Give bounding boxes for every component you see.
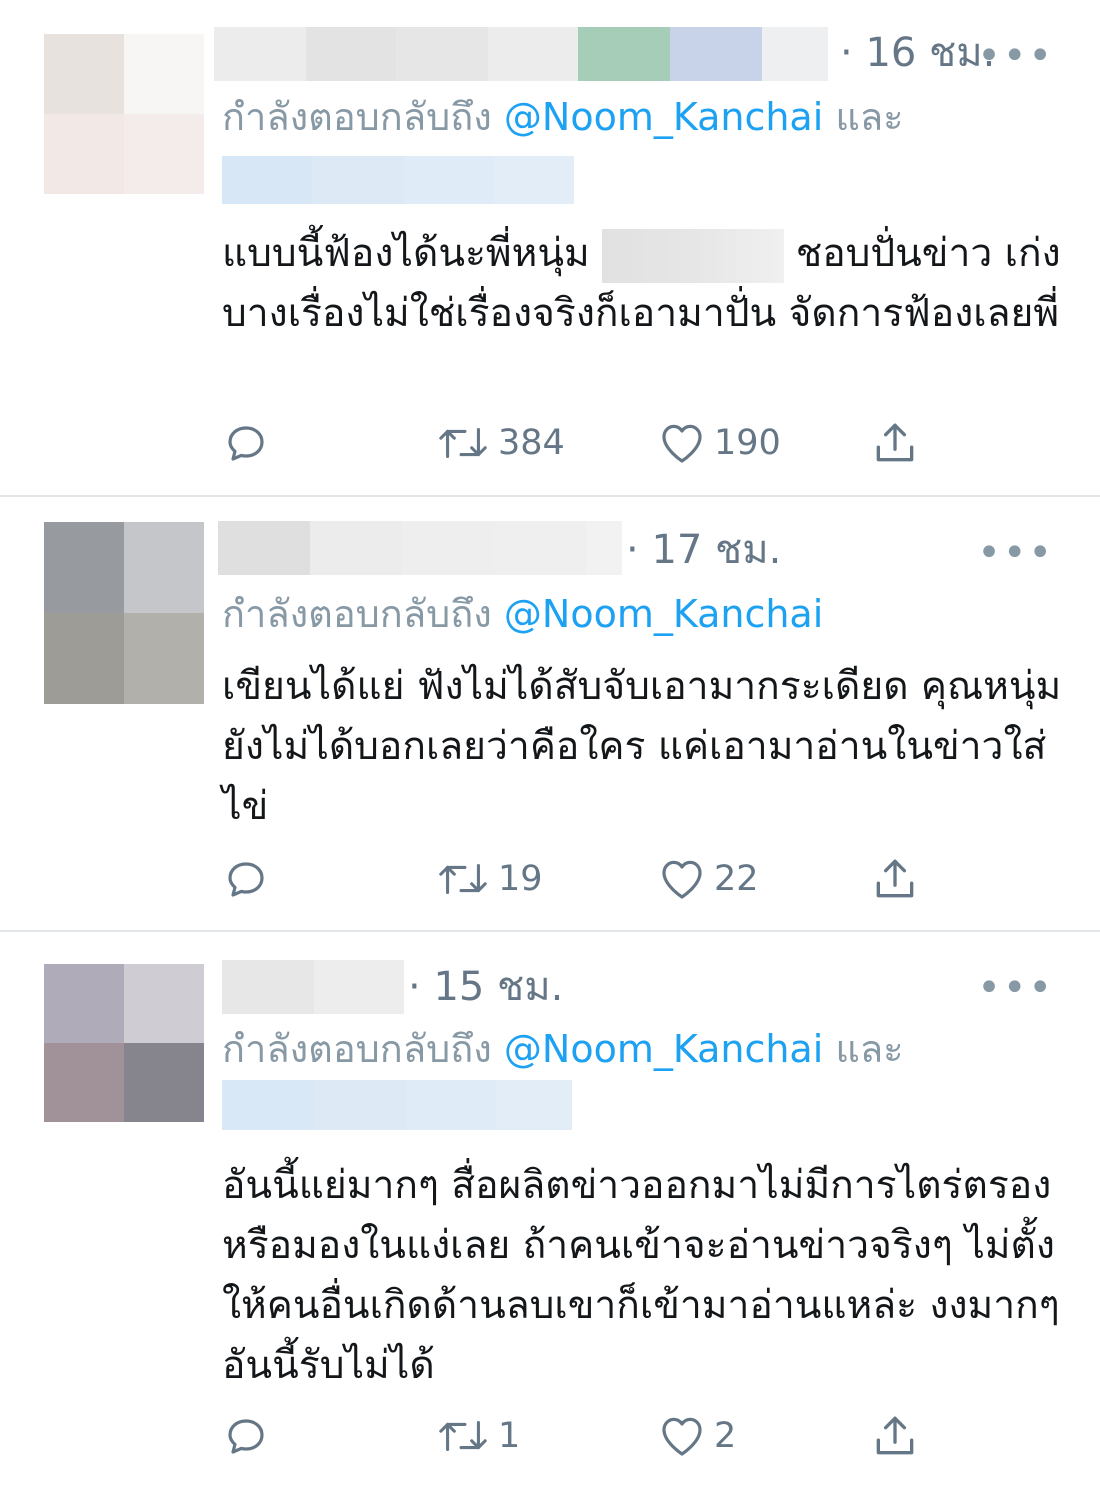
retweet-count: 384 (498, 423, 565, 463)
like-button[interactable]: 22 (658, 851, 759, 907)
reply-icon (228, 1419, 264, 1454)
avatar[interactable] (44, 522, 204, 704)
retweet-button[interactable]: 1 (436, 1408, 520, 1464)
reply-prefix: กำลังตอบกลับถึง (222, 592, 492, 636)
timestamp[interactable]: · 16 ชม. (840, 26, 995, 80)
reply-button[interactable] (222, 415, 270, 471)
action-bar: 19 22 (222, 851, 982, 907)
more-options-icon[interactable]: ••• (977, 968, 1054, 1008)
time-label: 15 ชม. (433, 964, 564, 1010)
reply-icon (228, 426, 264, 461)
retweet-button[interactable]: 19 (436, 851, 543, 907)
retweet-button[interactable]: 384 (436, 415, 565, 471)
reply-context: กำลังตอบกลับถึง @Noom_Kanchai และ (222, 1024, 904, 1074)
heart-icon (662, 860, 702, 899)
like-button[interactable]: 2 (658, 1408, 736, 1464)
like-count: 22 (714, 859, 759, 899)
tweet[interactable]: · 17 ชม. ••• กำลังตอบกลับถึง @Noom_Kanch… (0, 497, 1100, 930)
mention-link[interactable]: @Noom_Kanchai (504, 592, 823, 636)
like-count: 190 (714, 423, 781, 463)
display-name-redacted[interactable] (222, 960, 404, 1014)
display-name-redacted[interactable] (218, 521, 622, 575)
mention-link[interactable]: @Noom_Kanchai (504, 1027, 823, 1071)
reply-context: กำลังตอบกลับถึง @Noom_Kanchai และ (222, 92, 904, 142)
tweet-text: แบบนี้ฟ้องได้นะพี่หนุ่ม ชอบปั่นข่าว เก่งบ… (222, 224, 1062, 344)
timestamp[interactable]: · 15 ชม. (408, 960, 563, 1014)
reply-button[interactable] (222, 851, 270, 907)
reply-context: กำลังตอบกลับถึง @Noom_Kanchai (222, 589, 823, 639)
retweet-count: 19 (498, 859, 543, 899)
reply-button[interactable] (222, 1408, 270, 1464)
timestamp[interactable]: · 17 ชม. (626, 523, 781, 577)
mention-redacted[interactable] (222, 156, 574, 204)
share-button[interactable] (870, 851, 920, 907)
action-bar: 1 2 (222, 1408, 982, 1464)
like-button[interactable]: 190 (658, 415, 781, 471)
more-options-icon[interactable]: ••• (977, 533, 1054, 573)
share-icon (876, 1416, 914, 1455)
avatar[interactable] (44, 964, 204, 1122)
display-name-redacted[interactable] (214, 27, 828, 81)
more-options-icon[interactable]: ••• (977, 36, 1054, 76)
mention-suffix: และ (835, 1027, 904, 1071)
heart-icon (662, 1417, 702, 1456)
retweet-icon (439, 427, 487, 459)
share-button[interactable] (870, 1408, 920, 1464)
retweet-icon (439, 1420, 487, 1452)
reply-prefix: กำลังตอบกลับถึง (222, 1027, 492, 1071)
mention-redacted[interactable] (222, 1080, 572, 1130)
share-icon (876, 859, 914, 898)
action-bar: 384 190 (222, 415, 982, 471)
heart-icon (662, 424, 702, 463)
time-label: 17 ชม. (651, 527, 782, 573)
share-button[interactable] (870, 415, 920, 471)
retweet-count: 1 (498, 1416, 521, 1456)
tweet[interactable]: · 16 ชม. ••• กำลังตอบกลับถึง @Noom_Kanch… (0, 0, 1100, 496)
tweet-text-part: แบบนี้ฟ้องได้นะพี่หนุ่ม (222, 231, 590, 276)
share-icon (876, 423, 914, 462)
like-count: 2 (714, 1416, 737, 1456)
mention-link[interactable]: @Noom_Kanchai (504, 95, 823, 139)
reply-prefix: กำลังตอบกลับถึง (222, 95, 492, 139)
mention-suffix: และ (835, 95, 904, 139)
retweet-icon (439, 863, 487, 895)
name-redacted (601, 228, 784, 283)
tweet-text: อันนี้แย่มากๆ สื่อผลิตข่าวออกมาไม่มีการไ… (222, 1163, 1060, 1388)
tweet-text: เขียนได้แย่ ฟังไม่ได้สับจับเอามากระเดียด… (222, 664, 1062, 829)
avatar[interactable] (44, 34, 204, 194)
time-label: 16 ชม. (865, 30, 996, 76)
reply-icon (228, 862, 264, 897)
tweet[interactable]: · 15 ชม. ••• กำลังตอบกลับถึง @Noom_Kanch… (0, 932, 1100, 1488)
